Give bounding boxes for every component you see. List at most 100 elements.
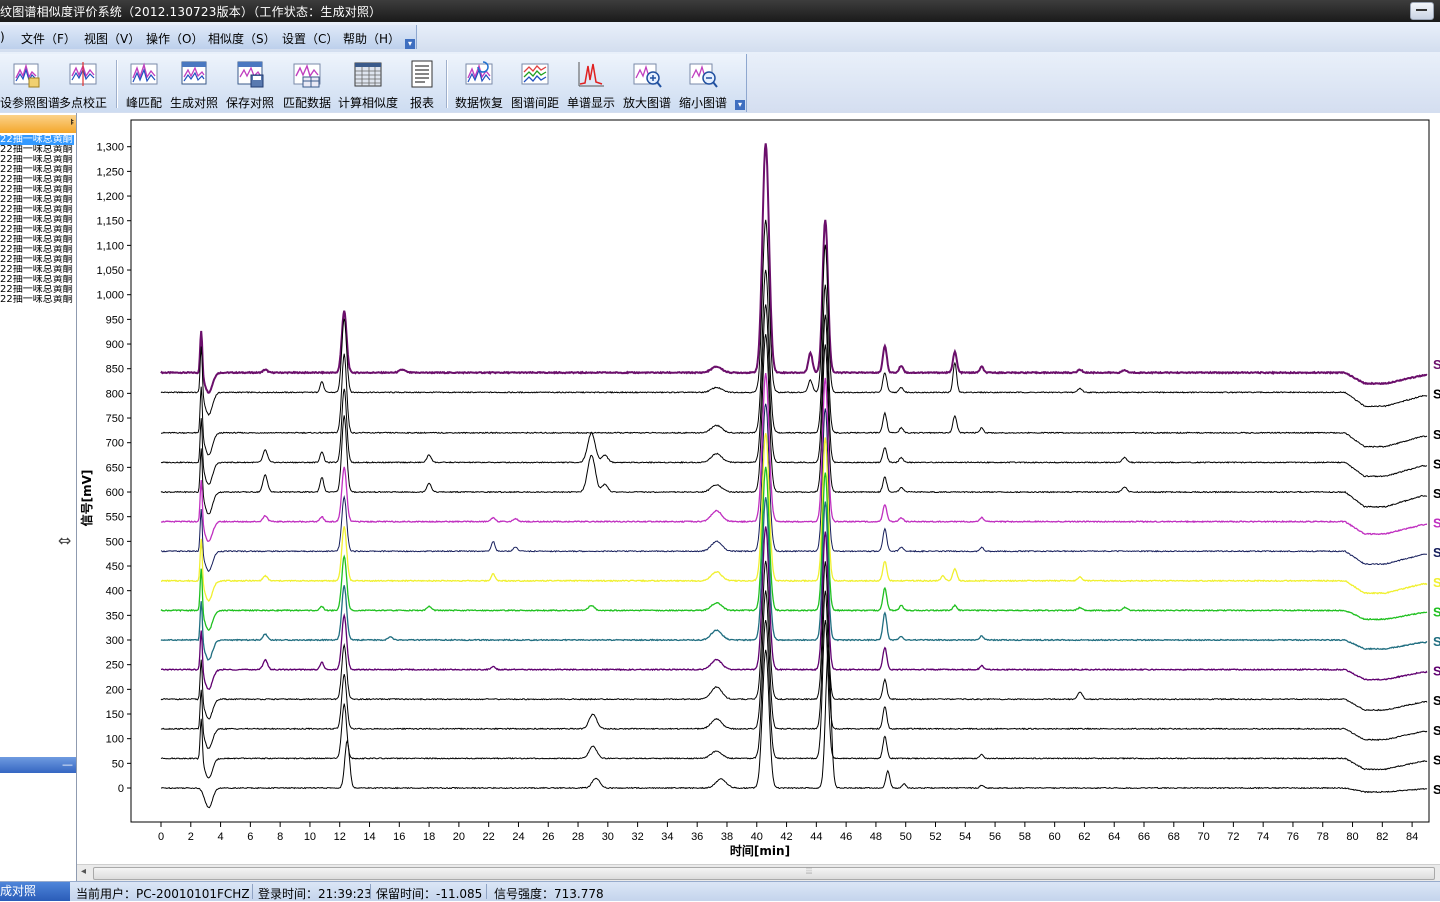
chromatogram-chart[interactable]: 0 50 100 150 200 250 300 350 400 450 500 550 600 650 7… [77,113,1440,865]
series-label: S [1433,545,1440,560]
pin-icon[interactable]: ᅣ [64,116,74,132]
x-tick-label: 0 [158,831,164,843]
scrollbar-thumb[interactable]: ⦙⦙⦙ [93,867,1435,880]
sample-list-item[interactable]: 22抽一味总黄酮 [0,235,74,245]
generate-control-button[interactable]: 生成对照 [168,56,220,112]
y-tick-label: 450 [106,561,124,573]
sample-list-item[interactable]: 22抽一味总黄酮 [0,285,74,295]
x-tick-label: 74 [1257,831,1269,843]
report-button[interactable]: 报表 [404,56,440,112]
report-icon [411,60,433,88]
y-tick-label: 850 [106,364,124,376]
sample-list-item[interactable]: 22抽一味总黄酮 [0,245,74,255]
menu-item-partial[interactable]: ) [0,30,5,44]
calculate-similarity-icon [354,62,382,87]
menu-bar: ) 文件（F） 视图（V） 操作（O） 相似度（S） 设置（C） 帮助（H） ▾ [0,22,1440,53]
x-tick-label: 38 [721,831,733,843]
sample-panel-header: ᅣ [0,115,76,133]
scroll-left-icon[interactable]: ◂ [81,866,86,877]
chart-spacing-button[interactable]: 图谱间距 [508,56,562,112]
y-tick-label: 1,300 [96,142,124,154]
menu-item-file[interactable]: 文件（F） [21,30,76,47]
collapse-icon[interactable]: — [62,758,73,771]
peak-match-button[interactable]: 峰匹配 [122,56,166,112]
zoom-out-button[interactable]: 缩小图谱 [676,56,730,112]
toolbar-band: 设参照图谱 多点校正 峰匹配 生成对照 保存对照 匹配数据 计算相似度 报表 数… [0,54,747,112]
menu-overflow-icon[interactable]: ▾ [405,39,415,49]
minimize-button[interactable] [1410,2,1434,20]
single-spectrum-button[interactable]: 单谱显示 [564,56,618,112]
y-tick-label: 700 [106,438,124,450]
toolbar: 设参照图谱 多点校正 峰匹配 生成对照 保存对照 匹配数据 计算相似度 报表 数… [0,52,1440,114]
calculate-similarity-button[interactable]: 计算相似度 [336,56,400,112]
horizontal-scrollbar[interactable]: ◂ ⦙⦙⦙ [77,864,1440,881]
y-tick-label: 500 [106,536,124,548]
series-label: S [1433,386,1440,401]
y-tick-label: 1,150 [96,216,124,228]
x-tick-label: 64 [1108,831,1120,843]
series-label: S [1433,634,1440,649]
y-tick-label: 300 [106,635,124,647]
y-tick-label: 950 [106,314,124,326]
sample-list-item[interactable]: 22抽一味总黄酮 [0,225,74,235]
menu-item-help[interactable]: 帮助（H） [343,30,400,47]
x-tick-label: 82 [1376,831,1388,843]
y-tick-label: 200 [106,684,124,696]
sample-list-item[interactable]: 22抽一味总黄酮 [0,255,74,265]
x-tick-label: 20 [453,831,465,843]
sample-list-item[interactable]: 22抽一味总黄酮 [0,195,74,205]
sample-list-item[interactable]: 22抽一味总黄酮 [0,205,74,215]
y-tick-label: 1,050 [96,265,124,277]
sample-list-item[interactable]: 22抽一味总黄酮 [0,185,74,195]
y-axis-label: 信号[mV] [79,470,94,527]
set-reference-button[interactable]: 设参照图谱 [0,56,60,112]
multipoint-correct-icon [69,62,97,86]
sample-list-item[interactable]: 22抽一味总黄酮 [0,145,74,155]
multipoint-correction-button[interactable]: 多点校正 [56,56,110,112]
status-retention-time: 保留时间：-11.085 [376,887,483,901]
sample-list-item[interactable]: 22抽一味总黄酮 [0,175,74,185]
y-tick-label: 1,100 [96,240,124,252]
resize-handle-icon[interactable]: ⇔ [58,531,71,550]
x-tick-label: 16 [393,831,405,843]
x-tick-label: 78 [1317,831,1329,843]
x-tick-label: 80 [1346,831,1358,843]
match-data-label: 匹配数据 [282,96,331,110]
x-tick-label: 66 [1138,831,1150,843]
sample-list-item[interactable]: 22抽一味总黄酮 [0,275,74,285]
sample-list-item[interactable]: 22抽一味总黄酮 [0,135,74,145]
status-user: 当前用户：PC-20010101FCHZ [76,887,250,901]
sample-list-item[interactable]: 22抽一味总黄酮 [0,215,74,225]
plot-frame [130,119,1430,823]
data-restore-button[interactable]: 数据恢复 [452,56,506,112]
x-tick-label: 34 [661,831,673,843]
x-tick-label: 42 [780,831,792,843]
match-data-button[interactable]: 匹配数据 [280,56,334,112]
sample-list-item[interactable]: 22抽一味总黄酮 [0,295,74,305]
x-tick-label: 12 [334,831,346,843]
x-tick-label: 76 [1287,831,1299,843]
save-control-button[interactable]: 保存对照 [224,56,276,112]
y-tick-label: 1,000 [96,290,124,302]
x-tick-label: 22 [483,831,495,843]
report-label: 报表 [409,96,434,110]
menu-item-settings[interactable]: 设置（C） [282,30,338,47]
toolbar-overflow-icon[interactable]: ▾ [735,100,745,110]
sample-list-item[interactable]: 22抽一味总黄酮 [0,155,74,165]
menu-item-similarity[interactable]: 相似度（S） [208,30,276,47]
menu-item-operate[interactable]: 操作（O） [146,30,203,47]
x-axis-label: 时间[min] [730,843,790,858]
zoom-in-button[interactable]: 放大图谱 [620,56,674,112]
x-tick-label: 58 [1019,831,1031,843]
x-tick-label: 18 [423,831,435,843]
series-label: S [1433,752,1440,767]
y-tick-label: 350 [106,610,124,622]
status-bar: 成对照 当前用户：PC-20010101FCHZ 登录时间：21:39:23 保… [0,881,1440,901]
single-spectrum-icon [578,62,604,87]
x-tick-label: 10 [304,831,316,843]
sample-list-item[interactable]: 22抽一味总黄酮 [0,265,74,275]
x-tick-label: 28 [572,831,584,843]
menu-item-view[interactable]: 视图（V） [84,30,140,47]
sample-list-item[interactable]: 22抽一味总黄酮 [0,165,74,175]
series-label: S [1433,604,1440,619]
